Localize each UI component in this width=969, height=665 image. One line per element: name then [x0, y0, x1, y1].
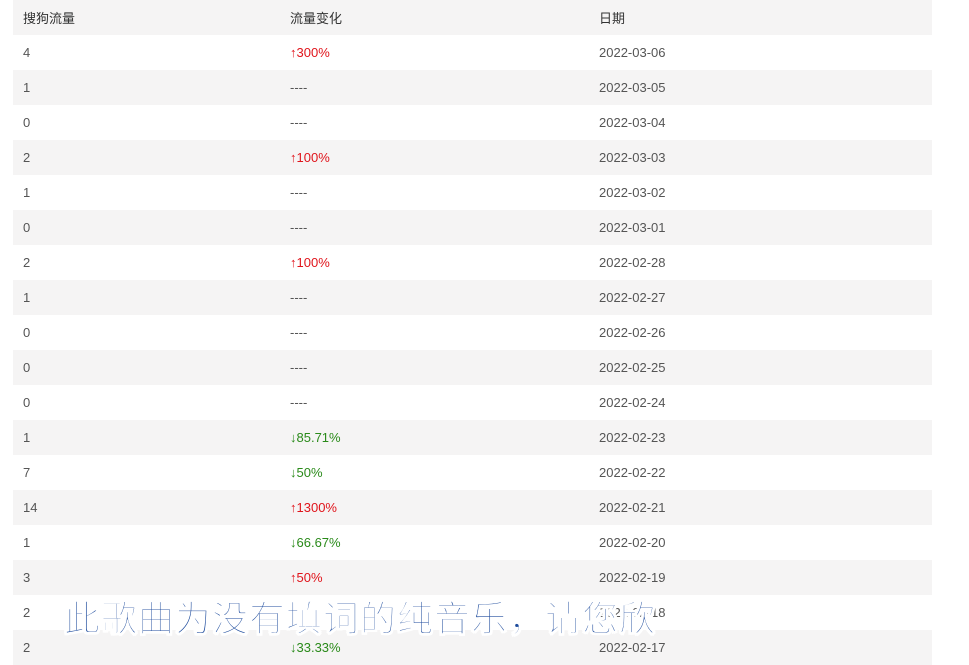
cell-traffic: 0: [23, 395, 31, 410]
cell-traffic: 0: [23, 325, 31, 340]
cell-traffic: 0: [23, 220, 31, 235]
table-row: 0 ---- 2022-02-24: [13, 385, 932, 420]
cell-change: ----: [290, 220, 308, 235]
cell-traffic: 2: [23, 255, 31, 270]
table-row: 4 ↑300% 2022-03-06: [13, 35, 932, 70]
cell-change: ----: [290, 325, 308, 340]
cell-traffic: 1: [23, 535, 31, 550]
cell-change: ----: [290, 290, 308, 305]
cell-date: 2022-03-02: [599, 185, 666, 200]
traffic-table-container: 搜狗流量 流量变化 日期 4 ↑300% 2022-03-06 1 ---- 2022-0…: [13, 0, 932, 665]
cell-traffic: 1: [23, 290, 31, 305]
cell-change: ↓66.67%: [290, 535, 341, 550]
header-traffic: 搜狗流量: [23, 11, 76, 26]
cell-date: 2022-03-04: [599, 115, 666, 130]
cell-change: ----: [290, 395, 308, 410]
cell-change: ↑100%: [290, 255, 330, 270]
cell-change: ↑1300%: [290, 500, 337, 515]
header-row: 搜狗流量 流量变化 日期: [13, 0, 932, 35]
table-row: 0 ---- 2022-03-04: [13, 105, 932, 140]
cell-date: 2022-03-01: [599, 220, 666, 235]
cell-traffic: 14: [23, 500, 38, 515]
cell-traffic: 2: [23, 150, 31, 165]
cell-traffic: 0: [23, 360, 31, 375]
table-row: 0 ---- 2022-03-01: [13, 210, 932, 245]
cell-change: ↑300%: [290, 45, 330, 60]
cell-date: 2022-03-06: [599, 45, 666, 60]
cell-traffic: 0: [23, 115, 31, 130]
cell-date: 2022-02-27: [599, 290, 666, 305]
header-date: 日期: [599, 11, 626, 26]
table-row: 1 ---- 2022-02-27: [13, 280, 932, 315]
cell-change: ----: [290, 115, 308, 130]
cell-date: 2022-02-25: [599, 360, 666, 375]
cell-date: 2022-02-21: [599, 500, 666, 515]
cell-traffic: 7: [23, 465, 31, 480]
cell-change: ↑100%: [290, 150, 330, 165]
cell-date: 2022-02-24: [599, 395, 666, 410]
traffic-table: 搜狗流量 流量变化 日期 4 ↑300% 2022-03-06 1 ---- 2022-0…: [13, 0, 932, 665]
lyric-overlay: 此歌曲为没有填词的纯音乐，请您欣: [63, 599, 657, 641]
cell-change: ----: [290, 80, 308, 95]
cell-change: ↓85.71%: [290, 430, 341, 445]
cell-change: ----: [290, 360, 308, 375]
cell-change: ↑50%: [290, 570, 323, 585]
cell-change: ----: [290, 185, 308, 200]
cell-date: 2022-02-19: [599, 570, 666, 585]
table-body: 4 ↑300% 2022-03-06 1 ---- 2022-03-05 0 ---- 2022…: [13, 35, 932, 665]
table-row: 0 ---- 2022-02-25: [13, 350, 932, 385]
cell-date: 2022-02-28: [599, 255, 666, 270]
table-row: 2 ↑100% 2022-03-03: [13, 140, 932, 175]
cell-traffic: 1: [23, 430, 31, 445]
cell-date: 2022-02-20: [599, 535, 666, 550]
table-row: 7 ↓50% 2022-02-22: [13, 455, 932, 490]
cell-traffic: 1: [23, 185, 31, 200]
cell-date: 2022-03-05: [599, 80, 666, 95]
cell-date: 2022-02-22: [599, 465, 666, 480]
cell-date: 2022-03-03: [599, 150, 666, 165]
table-header: 搜狗流量 流量变化 日期: [13, 0, 932, 35]
cell-traffic: 3: [23, 570, 31, 585]
table-row: 1 ↓85.71% 2022-02-23: [13, 420, 932, 455]
table-row: 3 ↑50% 2022-02-19: [13, 560, 932, 595]
header-change: 流量变化: [290, 11, 343, 26]
table-row: 0 ---- 2022-02-26: [13, 315, 932, 350]
cell-date: 2022-02-23: [599, 430, 666, 445]
cell-traffic: 1: [23, 80, 31, 95]
table-row: 1 ↓66.67% 2022-02-20: [13, 525, 932, 560]
table-row: 2 ↑100% 2022-02-28: [13, 245, 932, 280]
table-row: 1 ---- 2022-03-05: [13, 70, 932, 105]
cell-date: 2022-02-26: [599, 325, 666, 340]
cell-change: ↓50%: [290, 465, 323, 480]
table-row: 14 ↑1300% 2022-02-21: [13, 490, 932, 525]
cell-traffic: 4: [23, 45, 31, 60]
table-row: 1 ---- 2022-03-02: [13, 175, 932, 210]
